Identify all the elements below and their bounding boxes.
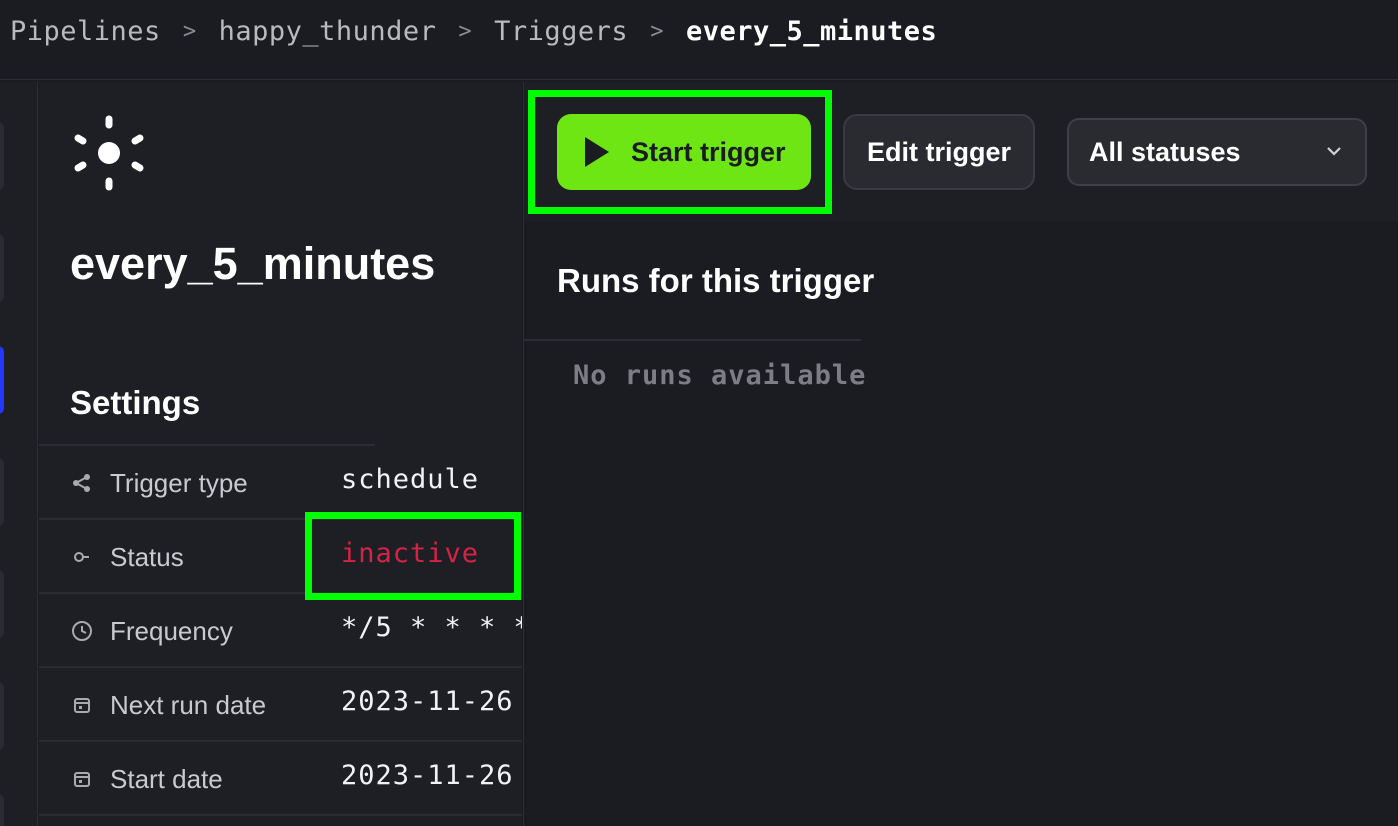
- trigger-toolbar: Start trigger Edit trigger All statuses: [524, 82, 1398, 222]
- settings-label: Start date: [110, 764, 223, 794]
- breadcrumb-separator: >: [458, 19, 473, 44]
- side-rail: [0, 82, 38, 826]
- trigger-detail-panel: every_5_minutes Settings Trigger type sc…: [39, 82, 522, 826]
- start-trigger-label: Start trigger: [631, 136, 786, 167]
- clock-icon: [72, 621, 92, 641]
- breadcrumb-separator: >: [182, 19, 197, 44]
- status-filter-value: All statuses: [1089, 136, 1241, 167]
- breadcrumb-current: every_5_minutes: [685, 16, 938, 47]
- breadcrumb-pipeline[interactable]: happy_thunder: [219, 16, 437, 47]
- settings-label: Frequency: [110, 616, 233, 646]
- sun-icon: [74, 115, 144, 191]
- rail-nav-item[interactable]: [0, 570, 4, 638]
- chevron-down-icon: [1327, 147, 1341, 156]
- breadcrumb: Pipelines > happy_thunder > Triggers > e…: [10, 16, 937, 47]
- divider: [524, 339, 861, 341]
- rail-nav-item[interactable]: [0, 458, 4, 526]
- status-filter-select[interactable]: All statuses: [1067, 118, 1367, 186]
- empty-runs-message: No runs available: [573, 360, 867, 391]
- rail-nav-item[interactable]: [0, 682, 4, 750]
- breadcrumb-triggers[interactable]: Triggers: [494, 16, 628, 47]
- runs-heading: Runs for this trigger: [557, 262, 875, 299]
- settings-value: schedule: [341, 464, 480, 495]
- trigger-name: every_5_minutes: [70, 238, 436, 289]
- settings-value: 2023-11-26: [341, 686, 514, 717]
- settings-row-next-run-date: Next run date 2023-11-26: [39, 668, 522, 742]
- settings-table: Trigger type schedule Status inactive Fr…: [39, 446, 522, 826]
- calendar-icon: [74, 772, 90, 787]
- share-icon: [73, 474, 90, 492]
- rail-nav-item[interactable]: [0, 234, 4, 302]
- settings-value: */5 * * * *: [341, 612, 522, 643]
- rail-nav-item[interactable]: [0, 794, 4, 826]
- settings-row-trigger-type: Trigger type schedule: [39, 446, 522, 520]
- edit-trigger-button[interactable]: Edit trigger: [843, 114, 1035, 190]
- rail-nav-item[interactable]: [0, 122, 4, 190]
- settings-label: Next run date: [110, 690, 267, 720]
- settings-label: Status: [110, 542, 184, 572]
- settings-row-start-date: Start date 2023-11-26: [39, 742, 522, 816]
- top-bar: Pipelines > happy_thunder > Triggers > e…: [0, 0, 1398, 80]
- rail-nav-item-active[interactable]: [0, 346, 4, 414]
- settings-value: 2023-11-26: [341, 760, 514, 791]
- settings-heading: Settings: [70, 384, 201, 421]
- status-highlight-box: [305, 512, 521, 600]
- runs-panel: Start trigger Edit trigger All statuses …: [523, 82, 1398, 826]
- status-icon: [74, 552, 89, 562]
- breadcrumb-pipelines[interactable]: Pipelines: [10, 16, 161, 47]
- start-trigger-button[interactable]: Start trigger: [557, 114, 811, 190]
- calendar-icon: [74, 698, 90, 713]
- settings-row-frequency: Frequency */5 * * * *: [39, 594, 522, 668]
- breadcrumb-separator: >: [650, 19, 664, 44]
- play-icon: [585, 137, 609, 167]
- settings-label: Trigger type: [110, 468, 248, 498]
